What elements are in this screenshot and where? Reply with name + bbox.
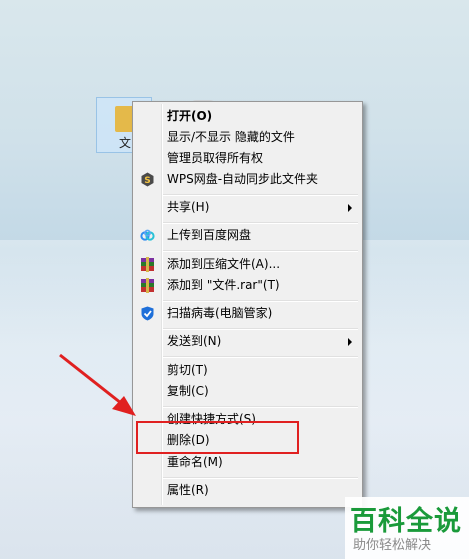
watermark-subtitle: 助你轻松解决	[353, 538, 432, 553]
watermark-title: 百科全说	[350, 506, 462, 537]
annotation-arrow-icon	[59, 353, 136, 416]
watermark: 百科全说 助你轻松解决	[345, 497, 469, 559]
